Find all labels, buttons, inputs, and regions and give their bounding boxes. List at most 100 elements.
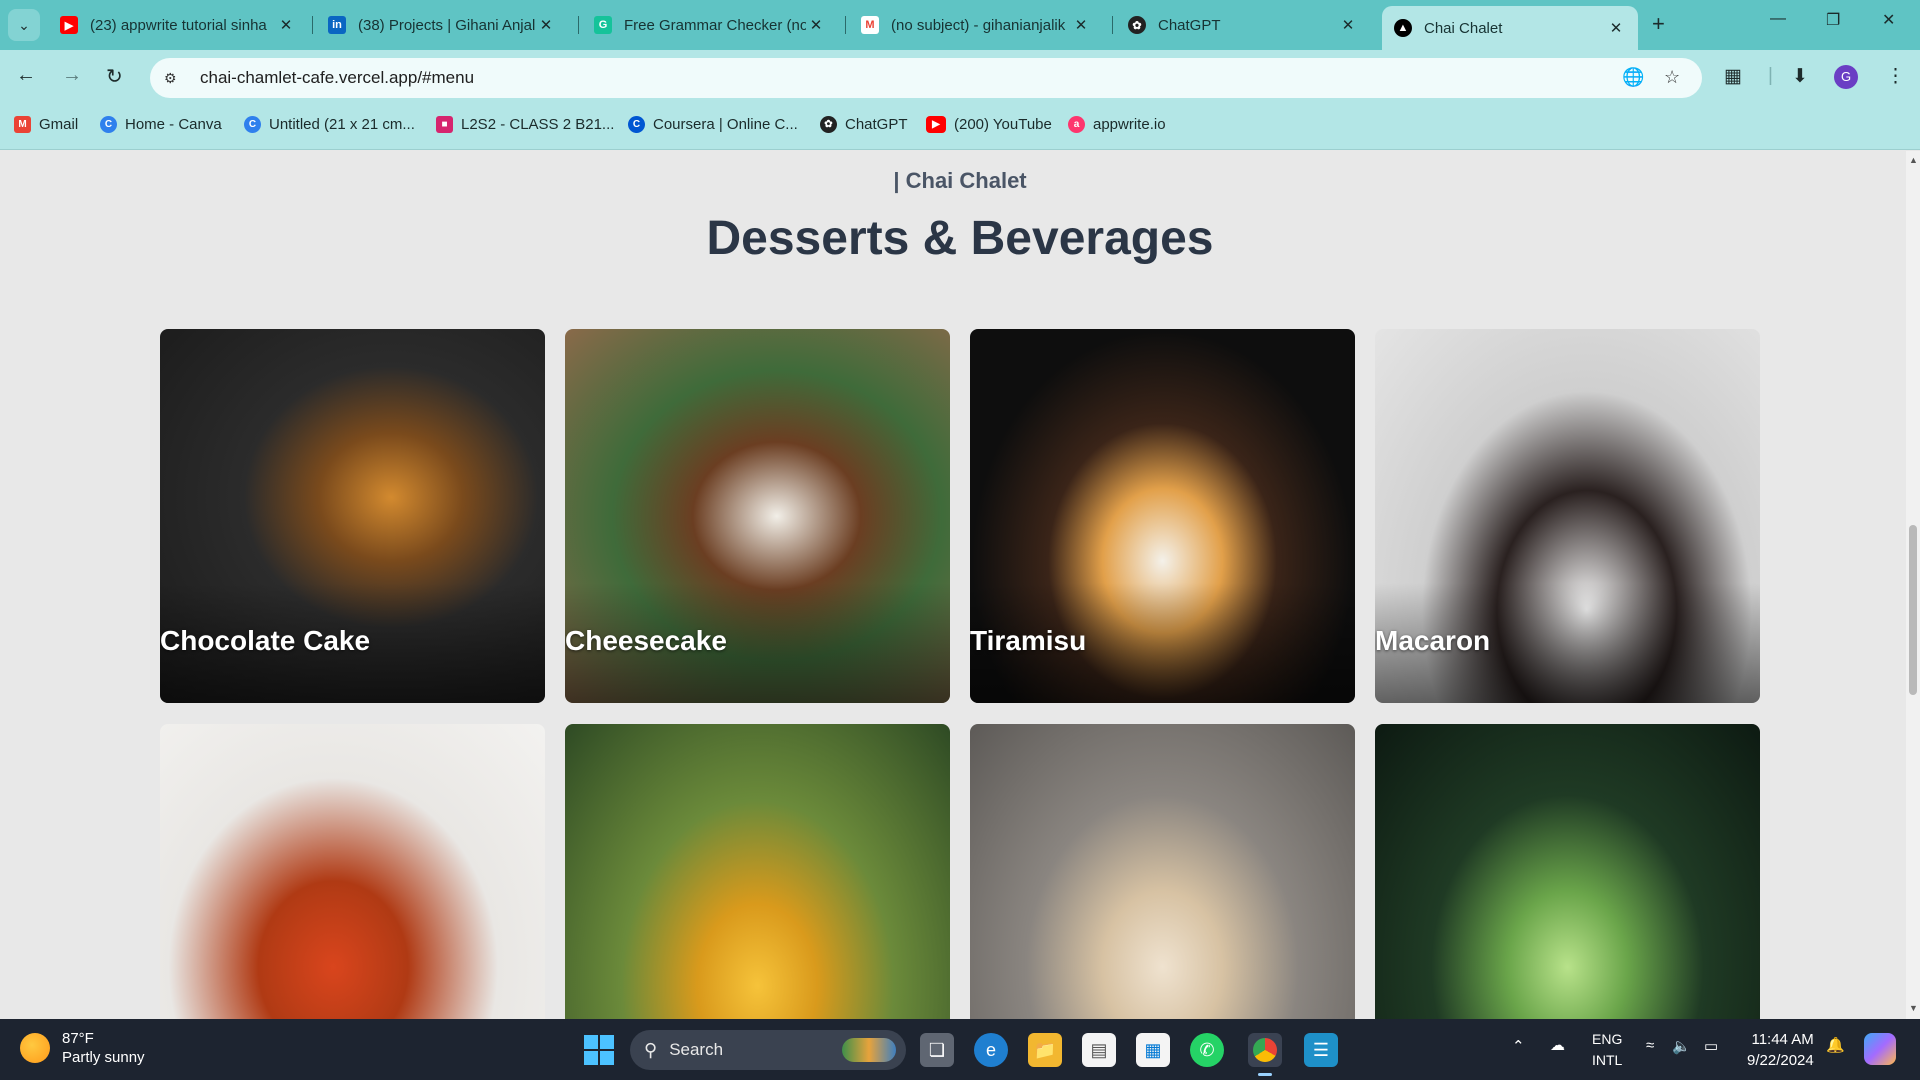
bookmark-youtube[interactable]: ▶ (200) YouTube (926, 116, 1052, 133)
notes-app-icon[interactable]: ☰ (1304, 1033, 1338, 1067)
search-highlight-image (842, 1038, 896, 1062)
plus-icon: + (1652, 11, 1665, 36)
task-view-icon[interactable]: ❏ (920, 1033, 954, 1067)
onedrive-cloud-icon[interactable]: ☁ (1550, 1036, 1565, 1054)
menu-card-mango-juice[interactable] (565, 724, 950, 1019)
section-heading: Desserts & Beverages (706, 212, 1214, 265)
close-icon[interactable]: ✕ (276, 16, 296, 34)
canva-icon: C (244, 116, 261, 133)
back-button[interactable]: ← (16, 64, 36, 87)
tray-overflow-chevron-icon[interactable]: ⌃ (1512, 1037, 1525, 1055)
bookmark-chatgpt[interactable]: ✿ ChatGPT (820, 116, 908, 133)
volume-icon[interactable]: 🔈 (1672, 1037, 1691, 1055)
vercel-icon: ▲ (1394, 19, 1412, 37)
battery-icon[interactable]: ▭ (1704, 1037, 1718, 1055)
page-scrollbar[interactable]: ▲ ▼ (1906, 151, 1920, 1019)
youtube-icon: ▶ (60, 16, 78, 34)
wifi-icon[interactable]: ≈ (1646, 1037, 1654, 1054)
bookmark-label: (200) YouTube (954, 116, 1052, 133)
tab-4[interactable]: ✿ ChatGPT ✕ (1116, 8, 1370, 42)
whatsapp-icon[interactable]: ✆ (1190, 1033, 1224, 1067)
chevron-down-icon: ⌄ (18, 16, 30, 33)
tab-1[interactable]: in (38) Projects | Gihani Anjal ✕ (316, 8, 568, 42)
profile-avatar[interactable]: G (1834, 65, 1858, 89)
search-icon: ⚲ (644, 1039, 658, 1060)
tab-divider (845, 16, 846, 34)
taskbar-search[interactable]: ⚲ Search (630, 1030, 906, 1070)
bookmark-gmail[interactable]: M Gmail (14, 116, 78, 133)
bookmark-label: L2S2 - CLASS 2 B21... (461, 116, 615, 133)
scroll-down-arrow-icon[interactable]: ▼ (1909, 1003, 1918, 1013)
url-text[interactable]: chai-chamlet-cafe.vercel.app/#menu (200, 68, 474, 88)
input-language[interactable]: ENG INTL (1592, 1029, 1622, 1071)
clock-time: 11:44 AM (1751, 1031, 1814, 1048)
microsoft-store-icon[interactable]: ▦ (1136, 1033, 1170, 1067)
translate-icon[interactable]: 🌐 (1622, 67, 1644, 88)
notification-bell-icon[interactable]: 🔔 (1826, 1036, 1845, 1054)
restore-button[interactable]: ❐ (1826, 10, 1840, 30)
tab-2[interactable]: G Free Grammar Checker (no ✕ (582, 8, 838, 42)
tab-3[interactable]: M (no subject) - gihanianjalik ✕ (849, 8, 1103, 42)
close-icon[interactable]: ✕ (536, 16, 556, 34)
page-viewport: | Chai Chalet Desserts & Beverages Choco… (0, 151, 1906, 1019)
download-icon[interactable]: ⬇ (1792, 65, 1808, 88)
close-icon: ✕ (1882, 12, 1896, 29)
tab-title: Chai Chalet (1424, 19, 1503, 37)
browser-toolbar: ← → ↻ ⚙ chai-chamlet-cafe.vercel.app/#me… (0, 50, 1920, 106)
tab-0[interactable]: ▶ (23) appwrite tutorial sinha ✕ (48, 8, 308, 42)
menu-card-chocolate-cake[interactable]: Chocolate Cake (160, 329, 545, 703)
notepad-icon[interactable]: ▤ (1082, 1033, 1116, 1067)
start-button[interactable] (584, 1035, 614, 1065)
bookmark-coursera[interactable]: C Coursera | Online C... (628, 116, 798, 133)
close-icon[interactable]: ✕ (1338, 16, 1358, 34)
bookmark-label: Home - Canva (125, 116, 222, 133)
arrow-right-icon: → (62, 64, 82, 86)
menu-card-cheesecake[interactable]: Cheesecake (565, 329, 950, 703)
windows-logo-icon (584, 1035, 598, 1049)
menu-card-macaron[interactable]: Macaron (1375, 329, 1760, 703)
site-settings-icon[interactable]: ⚙ (164, 70, 186, 87)
edge-icon[interactable]: e (974, 1033, 1008, 1067)
copilot-icon[interactable] (1864, 1033, 1896, 1065)
menu-card-mojito[interactable] (1375, 724, 1760, 1019)
close-window-button[interactable]: ✕ (1882, 10, 1895, 30)
tab-search-button[interactable]: ⌄ (8, 9, 40, 41)
bookmark-classroom[interactable]: ■ L2S2 - CLASS 2 B21... (436, 116, 614, 133)
menu-card-tiramisu[interactable]: Tiramisu (970, 329, 1355, 703)
gmail-icon: M (14, 116, 31, 133)
bookmark-star-icon[interactable]: ☆ (1664, 67, 1680, 88)
bookmark-appwrite[interactable]: a appwrite.io (1068, 116, 1166, 133)
menu-card-iced-tea[interactable] (160, 724, 545, 1019)
bookmark-label: appwrite.io (1093, 116, 1166, 133)
tab-title: ChatGPT (1158, 16, 1221, 34)
menu-dots-icon[interactable]: ⋮ (1886, 65, 1905, 88)
bookmark-label: Untitled (21 x 21 cm... (269, 116, 415, 133)
minimize-button[interactable]: — (1770, 10, 1786, 28)
section-subtitle: | Chai Chalet (893, 168, 1027, 193)
weather-widget[interactable]: 87°F Partly sunny (20, 1029, 145, 1067)
chrome-icon[interactable] (1248, 1033, 1282, 1076)
tab-5-active[interactable]: ▲ Chai Chalet ✕ (1382, 6, 1638, 50)
bookmark-canva-home[interactable]: C Home - Canva (100, 116, 222, 133)
scroll-up-arrow-icon[interactable]: ▲ (1909, 155, 1918, 165)
bookmark-canva-untitled[interactable]: C Untitled (21 x 21 cm... (244, 116, 415, 133)
forward-button[interactable]: → (62, 64, 82, 87)
close-icon[interactable]: ✕ (806, 16, 826, 34)
restore-icon: ❐ (1826, 12, 1841, 29)
file-explorer-icon[interactable]: 📁 (1028, 1033, 1062, 1067)
reload-button[interactable]: ↻ (106, 64, 123, 89)
close-icon[interactable]: ✕ (1606, 19, 1626, 37)
youtube-icon: ▶ (926, 116, 946, 133)
menu-card-milkshake[interactable] (970, 724, 1355, 1019)
extensions-icon[interactable]: ▦ (1724, 65, 1742, 88)
coursera-icon: C (628, 116, 645, 133)
system-clock[interactable]: 11:44 AM 9/22/2024 (1747, 1029, 1814, 1071)
classroom-icon: ■ (436, 116, 453, 133)
new-tab-button[interactable]: + (1652, 11, 1665, 37)
chatgpt-icon: ✿ (1128, 16, 1146, 34)
bookmark-label: Gmail (39, 116, 79, 133)
tab-title: Free Grammar Checker (no (624, 16, 806, 34)
close-icon[interactable]: ✕ (1071, 16, 1091, 34)
scroll-thumb[interactable] (1909, 525, 1917, 695)
address-bar[interactable]: ⚙ chai-chamlet-cafe.vercel.app/#menu 🌐 ☆ (150, 58, 1702, 98)
